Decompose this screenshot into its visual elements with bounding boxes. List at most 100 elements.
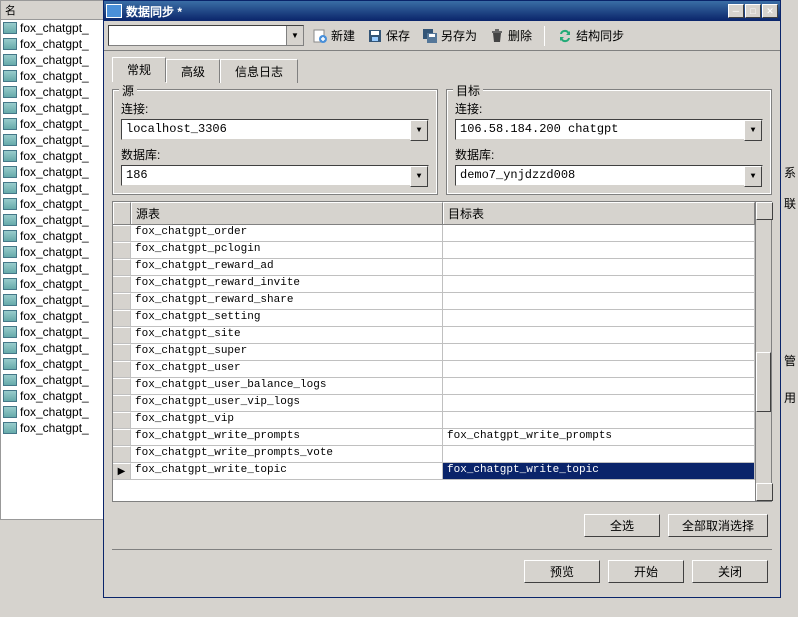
bg-table-item[interactable]: fox_chatgpt_ [1,180,104,196]
target-cell[interactable] [443,293,755,309]
bg-table-item[interactable]: fox_chatgpt_ [1,244,104,260]
target-cell[interactable] [443,242,755,258]
source-cell[interactable]: fox_chatgpt_reward_share [131,293,443,309]
table-row[interactable]: fox_chatgpt_write_prompts_vote [113,446,755,463]
bg-table-item[interactable]: fox_chatgpt_ [1,276,104,292]
source-cell[interactable]: fox_chatgpt_site [131,327,443,343]
table-row[interactable]: fox_chatgpt_setting [113,310,755,327]
bg-table-item[interactable]: fox_chatgpt_ [1,308,104,324]
bg-table-item[interactable]: fox_chatgpt_ [1,292,104,308]
target-cell[interactable] [443,395,755,411]
vertical-scrollbar[interactable] [755,202,771,501]
bg-table-item[interactable]: fox_chatgpt_ [1,132,104,148]
table-row[interactable]: ▶fox_chatgpt_write_topicfox_chatgpt_writ… [113,463,755,480]
start-button[interactable]: 开始 [608,560,684,583]
source-cell[interactable]: fox_chatgpt_vip [131,412,443,428]
bg-table-item[interactable]: fox_chatgpt_ [1,356,104,372]
bg-table-item[interactable]: fox_chatgpt_ [1,148,104,164]
bg-table-item[interactable]: fox_chatgpt_ [1,212,104,228]
bg-table-item[interactable]: fox_chatgpt_ [1,228,104,244]
source-cell[interactable]: fox_chatgpt_setting [131,310,443,326]
close-window-button[interactable]: ✕ [762,4,778,18]
bg-table-item[interactable]: fox_chatgpt_ [1,324,104,340]
target-group: 目标 连接: 106.58.184.200 chatgpt 数据库: demo7… [446,89,772,195]
tab-general[interactable]: 常规 [112,57,166,82]
table-row[interactable]: fox_chatgpt_vip [113,412,755,429]
target-db-combo[interactable]: demo7_ynjdzzd008 [455,165,763,186]
delete-button[interactable]: 删除 [485,25,536,46]
table-row[interactable]: fox_chatgpt_reward_invite [113,276,755,293]
target-cell[interactable] [443,361,755,377]
source-cell[interactable]: fox_chatgpt_reward_ad [131,259,443,275]
bg-table-item[interactable]: fox_chatgpt_ [1,404,104,420]
table-row[interactable]: fox_chatgpt_order [113,225,755,242]
source-db-combo[interactable]: 186 [121,165,429,186]
target-cell[interactable] [443,310,755,326]
struct-sync-button[interactable]: 结构同步 [553,25,628,46]
bg-table-item[interactable]: fox_chatgpt_ [1,420,104,436]
tab-log[interactable]: 信息日志 [220,59,298,83]
source-cell[interactable]: fox_chatgpt_pclogin [131,242,443,258]
target-cell[interactable] [443,344,755,360]
source-cell[interactable]: fox_chatgpt_reward_invite [131,276,443,292]
bg-table-item[interactable]: fox_chatgpt_ [1,340,104,356]
source-table-header[interactable]: 源表 [131,202,443,224]
table-row[interactable]: fox_chatgpt_pclogin [113,242,755,259]
maximize-button[interactable]: □ [745,4,761,18]
bg-table-item[interactable]: fox_chatgpt_ [1,68,104,84]
table-icon [3,310,17,322]
table-row[interactable]: fox_chatgpt_user_vip_logs [113,395,755,412]
select-all-button[interactable]: 全选 [584,514,660,537]
target-cell[interactable]: fox_chatgpt_write_topic [443,463,755,479]
source-cell[interactable]: fox_chatgpt_super [131,344,443,360]
target-cell[interactable]: fox_chatgpt_write_prompts [443,429,755,445]
table-rows[interactable]: fox_chatgpt_orderfox_chatgpt_pcloginfox_… [113,225,755,501]
target-cell[interactable] [443,259,755,275]
source-cell[interactable]: fox_chatgpt_write_prompts [131,429,443,445]
deselect-all-button[interactable]: 全部取消选择 [668,514,768,537]
bg-table-item[interactable]: fox_chatgpt_ [1,116,104,132]
target-cell[interactable] [443,378,755,394]
bg-table-item[interactable]: fox_chatgpt_ [1,388,104,404]
table-row[interactable]: fox_chatgpt_site [113,327,755,344]
target-cell[interactable] [443,327,755,343]
bg-table-item[interactable]: fox_chatgpt_ [1,84,104,100]
bg-table-item[interactable]: fox_chatgpt_ [1,20,104,36]
bg-table-item[interactable]: fox_chatgpt_ [1,196,104,212]
target-cell[interactable] [443,225,755,241]
source-cell[interactable]: fox_chatgpt_user_balance_logs [131,378,443,394]
target-cell[interactable] [443,412,755,428]
profile-combo[interactable] [108,25,304,46]
table-row[interactable]: fox_chatgpt_reward_share [113,293,755,310]
target-conn-combo[interactable]: 106.58.184.200 chatgpt [455,119,763,140]
source-cell[interactable]: fox_chatgpt_user_vip_logs [131,395,443,411]
source-cell[interactable]: fox_chatgpt_order [131,225,443,241]
table-row[interactable]: fox_chatgpt_write_promptsfox_chatgpt_wri… [113,429,755,446]
tab-advanced[interactable]: 高级 [166,59,220,83]
saveas-button[interactable]: 另存为 [418,25,481,46]
bg-table-item[interactable]: fox_chatgpt_ [1,36,104,52]
close-button[interactable]: 关闭 [692,560,768,583]
preview-button[interactable]: 预览 [524,560,600,583]
title-bar[interactable]: 数据同步 * ─ □ ✕ [104,1,780,21]
minimize-button[interactable]: ─ [728,4,744,18]
source-cell[interactable]: fox_chatgpt_user [131,361,443,377]
bg-table-item[interactable]: fox_chatgpt_ [1,164,104,180]
target-cell[interactable] [443,446,755,462]
bg-table-item[interactable]: fox_chatgpt_ [1,52,104,68]
table-row[interactable]: fox_chatgpt_user [113,361,755,378]
source-cell[interactable]: fox_chatgpt_write_prompts_vote [131,446,443,462]
source-conn-combo[interactable]: localhost_3306 [121,119,429,140]
row-marker [113,327,131,343]
table-row[interactable]: fox_chatgpt_reward_ad [113,259,755,276]
bg-table-item[interactable]: fox_chatgpt_ [1,100,104,116]
target-table-header[interactable]: 目标表 [443,202,755,224]
table-row[interactable]: fox_chatgpt_super [113,344,755,361]
table-row[interactable]: fox_chatgpt_user_balance_logs [113,378,755,395]
bg-table-item[interactable]: fox_chatgpt_ [1,260,104,276]
bg-table-item[interactable]: fox_chatgpt_ [1,372,104,388]
new-button[interactable]: 新建 [308,25,359,46]
target-cell[interactable] [443,276,755,292]
source-cell[interactable]: fox_chatgpt_write_topic [131,463,443,479]
save-button[interactable]: 保存 [363,25,414,46]
